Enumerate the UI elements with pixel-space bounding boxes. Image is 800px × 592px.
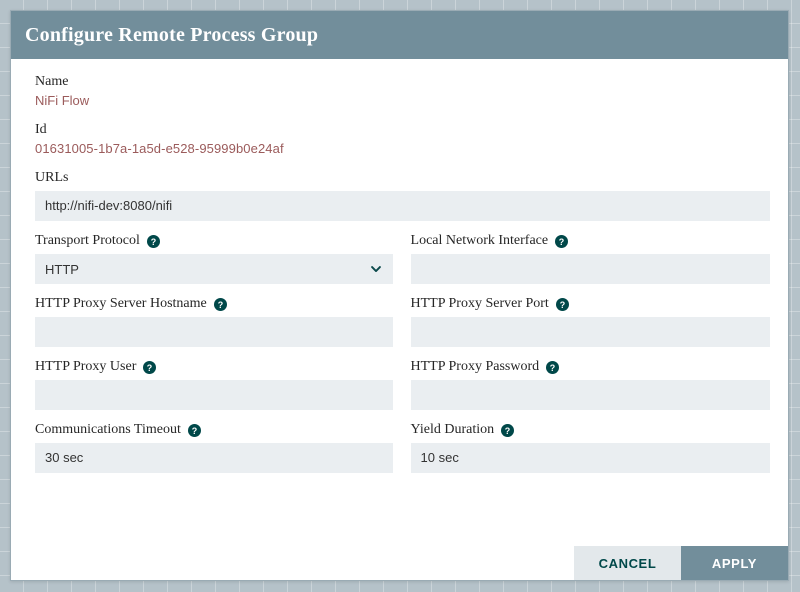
field-yield-duration: Yield Duration ? bbox=[407, 421, 774, 473]
name-label: Name bbox=[35, 73, 774, 90]
name-info-block: Name NiFi Flow bbox=[25, 73, 774, 109]
field-urls: URLs bbox=[25, 169, 774, 221]
http-proxy-password-input[interactable] bbox=[411, 380, 770, 410]
dialog-title: Configure Remote Process Group bbox=[25, 24, 318, 47]
field-local-network-interface: Local Network Interface ? bbox=[407, 232, 774, 284]
dialog-footer: CANCEL APPLY bbox=[11, 546, 788, 580]
svg-text:?: ? bbox=[192, 425, 197, 435]
field-http-proxy-user: HTTP Proxy User ? bbox=[25, 358, 393, 410]
communications-timeout-label-text: Communications Timeout bbox=[35, 421, 181, 439]
field-http-proxy-server-hostname: HTTP Proxy Server Hostname ? bbox=[25, 295, 393, 347]
field-communications-timeout: Communications Timeout ? bbox=[25, 421, 393, 473]
communications-timeout-input[interactable] bbox=[35, 443, 393, 473]
chevron-down-icon[interactable] bbox=[369, 262, 383, 276]
transport-protocol-select[interactable]: HTTP bbox=[35, 254, 393, 284]
svg-text:?: ? bbox=[147, 362, 152, 372]
http-proxy-server-hostname-label: HTTP Proxy Server Hostname ? bbox=[35, 295, 393, 313]
svg-text:?: ? bbox=[560, 299, 565, 309]
help-circle-icon[interactable]: ? bbox=[555, 235, 568, 248]
urls-label-text: URLs bbox=[35, 169, 68, 187]
local-network-interface-label: Local Network Interface ? bbox=[411, 232, 770, 250]
urls-label: URLs bbox=[35, 169, 770, 187]
id-info-block: Id 01631005-1b7a-1a5d-e528-95999b0e24af bbox=[25, 121, 774, 157]
dialog-header: Configure Remote Process Group bbox=[11, 11, 788, 59]
id-value: 01631005-1b7a-1a5d-e528-95999b0e24af bbox=[35, 140, 774, 157]
http-proxy-password-label: HTTP Proxy Password ? bbox=[411, 358, 770, 376]
proxy-user-password-row: HTTP Proxy User ? HTTP Proxy Password bbox=[25, 358, 774, 410]
http-proxy-user-label-text: HTTP Proxy User bbox=[35, 358, 136, 376]
transport-protocol-label-text: Transport Protocol bbox=[35, 232, 140, 250]
communications-timeout-label: Communications Timeout ? bbox=[35, 421, 393, 439]
http-proxy-user-label: HTTP Proxy User ? bbox=[35, 358, 393, 376]
dialog-body: Name NiFi Flow Id 01631005-1b7a-1a5d-e52… bbox=[11, 59, 788, 546]
svg-text:?: ? bbox=[550, 362, 555, 372]
help-circle-icon[interactable]: ? bbox=[501, 424, 514, 437]
cancel-button[interactable]: CANCEL bbox=[574, 546, 681, 580]
urls-input[interactable] bbox=[35, 191, 770, 221]
timeout-yield-row: Communications Timeout ? Yield Duration bbox=[25, 421, 774, 473]
http-proxy-server-port-input[interactable] bbox=[411, 317, 770, 347]
help-circle-icon[interactable]: ? bbox=[147, 235, 160, 248]
urls-row: URLs bbox=[25, 169, 774, 221]
svg-text:?: ? bbox=[505, 425, 510, 435]
local-network-interface-input[interactable] bbox=[411, 254, 770, 284]
proxy-host-port-row: HTTP Proxy Server Hostname ? HTTP Proxy … bbox=[25, 295, 774, 347]
field-transport-protocol: Transport Protocol ? HTTP bbox=[25, 232, 393, 284]
svg-text:?: ? bbox=[218, 299, 223, 309]
svg-text:?: ? bbox=[151, 236, 156, 246]
yield-duration-label-text: Yield Duration bbox=[411, 421, 495, 439]
help-circle-icon[interactable]: ? bbox=[188, 424, 201, 437]
svg-text:?: ? bbox=[559, 236, 564, 246]
yield-duration-input[interactable] bbox=[411, 443, 770, 473]
name-value: NiFi Flow bbox=[35, 92, 774, 109]
help-circle-icon[interactable]: ? bbox=[546, 361, 559, 374]
help-circle-icon[interactable]: ? bbox=[143, 361, 156, 374]
help-circle-icon[interactable]: ? bbox=[556, 298, 569, 311]
id-label: Id bbox=[35, 121, 774, 138]
http-proxy-server-hostname-input[interactable] bbox=[35, 317, 393, 347]
configure-remote-process-group-dialog: Configure Remote Process Group Name NiFi… bbox=[10, 10, 789, 581]
transport-protocol-value: HTTP bbox=[45, 262, 369, 277]
http-proxy-server-port-label-text: HTTP Proxy Server Port bbox=[411, 295, 549, 313]
http-proxy-server-hostname-label-text: HTTP Proxy Server Hostname bbox=[35, 295, 207, 313]
http-proxy-server-port-label: HTTP Proxy Server Port ? bbox=[411, 295, 770, 313]
http-proxy-password-label-text: HTTP Proxy Password bbox=[411, 358, 540, 376]
field-http-proxy-server-port: HTTP Proxy Server Port ? bbox=[407, 295, 774, 347]
http-proxy-user-input[interactable] bbox=[35, 380, 393, 410]
help-circle-icon[interactable]: ? bbox=[214, 298, 227, 311]
transport-network-row: Transport Protocol ? HTTP bbox=[25, 232, 774, 284]
transport-protocol-label: Transport Protocol ? bbox=[35, 232, 393, 250]
field-http-proxy-password: HTTP Proxy Password ? bbox=[407, 358, 774, 410]
yield-duration-label: Yield Duration ? bbox=[411, 421, 770, 439]
apply-button[interactable]: APPLY bbox=[681, 546, 788, 580]
local-network-interface-label-text: Local Network Interface bbox=[411, 232, 549, 250]
